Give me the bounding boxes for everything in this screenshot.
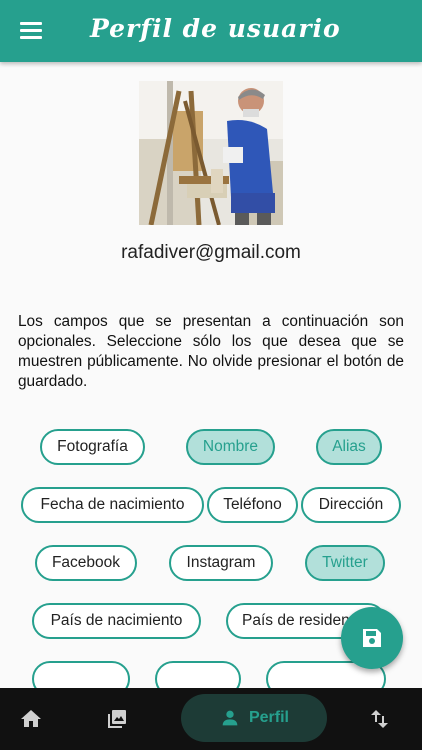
nav-perfil-label: Perfil xyxy=(248,709,289,726)
chip-facebook[interactable]: Facebook xyxy=(35,545,137,581)
chip-telefono[interactable]: Teléfono xyxy=(207,487,298,523)
chip-fecha-nacimiento[interactable]: Fecha de nacimiento xyxy=(21,487,204,523)
nav-perfil[interactable]: Perfil xyxy=(181,694,327,742)
nav-sort[interactable] xyxy=(356,688,402,750)
chip-label: Instagram xyxy=(186,554,256,571)
person-icon xyxy=(222,710,238,726)
user-email: rafadiver@gmail.com xyxy=(121,242,301,263)
chip-label: Alias xyxy=(332,438,366,455)
chip-pais-nacimiento[interactable]: País de nacimiento xyxy=(32,603,201,639)
menu-icon[interactable] xyxy=(20,22,42,40)
user-photo xyxy=(139,81,283,225)
save-icon xyxy=(363,629,381,647)
avatar[interactable] xyxy=(139,81,283,225)
app-bar: Perfil de usuario xyxy=(0,0,422,62)
chip-label: Fotografía xyxy=(57,438,128,455)
sort-arrows-icon xyxy=(371,710,388,728)
save-button[interactable] xyxy=(341,607,403,669)
chip-alias[interactable]: Alias xyxy=(316,429,382,465)
chip-twitter[interactable]: Twitter xyxy=(305,545,385,581)
nav-gallery[interactable] xyxy=(94,688,140,750)
chip-label: Facebook xyxy=(51,554,121,571)
page-title: Perfil de usuario xyxy=(90,14,341,43)
chip-instagram[interactable]: Instagram xyxy=(169,545,273,581)
nav-home[interactable] xyxy=(8,688,54,750)
chip-label: Nombre xyxy=(202,438,259,455)
chip-direccion[interactable]: Dirección xyxy=(301,487,401,523)
gallery-icon xyxy=(108,710,126,728)
chip-label: Dirección xyxy=(318,496,384,513)
chip-label: Twitter xyxy=(322,554,368,571)
home-icon xyxy=(21,710,41,727)
chip-label: Fecha de nacimiento xyxy=(40,496,185,513)
chip-nombre[interactable]: Nombre xyxy=(186,429,275,465)
chip-fotografia[interactable]: Fotografía xyxy=(40,429,145,465)
chip-label: Teléfono xyxy=(223,496,282,513)
chip-label: País de nacimiento xyxy=(50,612,183,629)
description-text: Los campos que se presentan a continuaci… xyxy=(18,313,404,390)
